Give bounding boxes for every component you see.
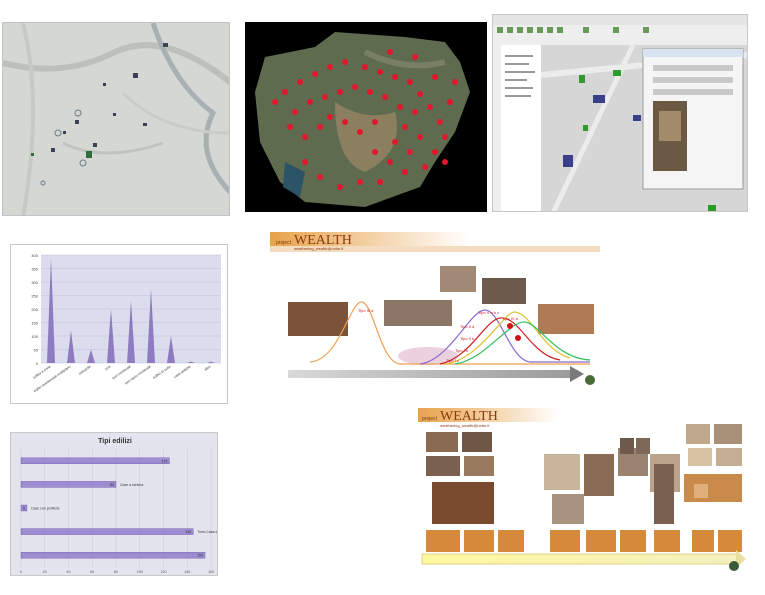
hbar-chart-title: Tipi edilizi <box>98 438 132 445</box>
gallery-subtitle: weathering_wealth@unitn.it <box>440 423 490 428</box>
aerial-map-panel <box>2 22 230 216</box>
vbar-ytick: 350 <box>31 267 38 272</box>
vbar-ytick: 0 <box>36 361 39 366</box>
hbar-value-label: 125 <box>162 459 168 463</box>
vbar-ytick: 300 <box>31 280 38 285</box>
vertical-bar-chart: 0 50 100 150 200 250 300 350 400 edifici a corte… <box>31 253 221 394</box>
hbar-value-label: 80 <box>110 483 114 487</box>
vbar-xlabel: edifici a corte <box>32 365 51 380</box>
curve-label-7: Tipo I c <box>446 358 459 363</box>
vbar-xlabel: altro <box>204 365 212 372</box>
timeline-bar <box>288 370 578 378</box>
horizontal-bar-chart-panel: Tipi edilizi 125 80 Case a schiera 5 Case co… <box>10 432 218 576</box>
horizontal-bar-chart: Tipi edilizi 125 80 Case a schiera 5 Case co… <box>20 438 218 574</box>
tower-photo-1 <box>440 266 476 292</box>
wealth-subtitle: weathering_wealth@unitn.it <box>294 246 344 251</box>
hbar-bar <box>20 457 170 464</box>
wealth-gallery-figure: project WEALTH weathering_wealth@unitn.i… <box>418 408 746 571</box>
hbar-xtick: 0 <box>20 570 22 574</box>
hbar-xtick: 60 <box>90 570 94 574</box>
hbar-xtick: 80 <box>114 570 118 574</box>
hbar-bar-label: Case con profferlo <box>31 507 60 511</box>
aerial-map-image <box>3 23 229 215</box>
masonry-photo-1 <box>288 302 348 336</box>
curve-label-2: Tipo II a <box>460 324 475 329</box>
hbar-value-label: 155 <box>197 554 203 558</box>
vbar-ytick: 100 <box>31 334 38 339</box>
gis-software-image <box>493 15 747 211</box>
curve-label-1: Tipo III a <box>358 308 374 313</box>
curve-label-3: Tipo II b <box>460 336 475 341</box>
gallery-timeline <box>421 553 741 565</box>
hbar-xtick: 140 <box>184 570 190 574</box>
curve-label-5: Tipo IV a <box>502 316 519 321</box>
hbar-xtick: 40 <box>67 570 71 574</box>
hbar-value-label: 145 <box>185 530 191 534</box>
wealth-brand-small: project <box>276 240 292 246</box>
hbar-bar <box>20 481 117 488</box>
vbar-ytick: 50 <box>34 348 39 353</box>
hbar-value-label: 5 <box>23 507 25 511</box>
vbar-xlabel: case antiche <box>173 365 191 380</box>
hbar-bar <box>20 528 194 535</box>
vbar-xlabel: edifici di culto <box>152 365 172 380</box>
vertical-bar-chart-panel: 0 50 100 150 200 250 300 350 400 edifici a corte… <box>10 244 228 404</box>
hbar-bar <box>20 551 206 559</box>
curve-label-4: Tipo I b <box>455 348 469 353</box>
vbar-ytick: 400 <box>31 253 38 258</box>
vbar-ytick: 200 <box>31 307 38 312</box>
satellite-points-panel <box>245 22 487 212</box>
texture-swatches <box>426 530 742 552</box>
vbar-xlabel: edifici residenziali multipiano <box>33 365 72 394</box>
hbar-xtick: 20 <box>43 570 47 574</box>
tower-photo-2 <box>482 278 526 304</box>
vbar-xlabel: casupole <box>78 365 92 376</box>
satellite-points-image <box>245 22 487 212</box>
gis-software-panel <box>492 14 748 212</box>
hbar-xtick: 120 <box>161 570 167 574</box>
gallery-brand-small: project <box>422 416 438 422</box>
vbar-ytick: 250 <box>31 294 38 299</box>
hbar-bar-label: Torre-Casa-torri <box>197 530 218 534</box>
gallery-brand: WEALTH <box>440 409 498 424</box>
hbar-xtick: 160 <box>208 570 214 574</box>
vbar-xlabel: torri <box>104 364 111 371</box>
hbar-bar-label: Case a schiera <box>120 483 143 487</box>
masonry-photo-2 <box>384 300 452 326</box>
gallery-photos <box>426 424 742 524</box>
wealth-curves-panel: project WEALTH weathering_wealth@unitn.i… <box>270 230 600 390</box>
masonry-photo-3 <box>538 304 594 334</box>
wealth-curves-figure: project WEALTH weathering_wealth@unitn.i… <box>270 232 600 385</box>
wealth-gallery-panel: project WEALTH weathering_wealth@unitn.i… <box>418 408 748 573</box>
hbar-xtick: 100 <box>137 570 143 574</box>
vbar-ytick: 150 <box>31 321 38 326</box>
curve-label-6: Tipo V a b c <box>478 310 499 315</box>
